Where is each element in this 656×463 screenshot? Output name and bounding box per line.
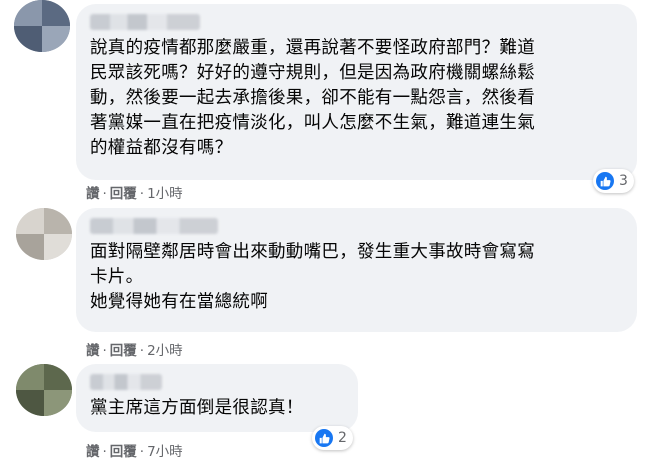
- comment-timestamp[interactable]: 7小時: [147, 440, 183, 460]
- avatar[interactable]: [16, 364, 72, 416]
- comment-actions: 讚 · 回覆 · 2小時: [86, 339, 183, 359]
- comment-timestamp[interactable]: 2小時: [147, 339, 183, 359]
- comment-actions: 讚 · 回覆 · 7小時: [86, 440, 183, 460]
- reaction-count: 2: [338, 430, 347, 446]
- like-button[interactable]: 讚: [86, 440, 100, 460]
- comment-text: 說真的疫情都那麼嚴重，還再說著不要怪政府部門？難道 民眾該死嗎？好好的遵守規則，…: [90, 38, 535, 158]
- comment-bubble: 說真的疫情都那麼嚴重，還再說著不要怪政府部門？難道 民眾該死嗎？好好的遵守規則，…: [76, 4, 637, 180]
- separator-dot: ·: [139, 186, 145, 202]
- reaction-count: 3: [619, 173, 628, 189]
- avatar[interactable]: [16, 208, 72, 260]
- like-button[interactable]: 讚: [86, 339, 100, 359]
- like-button[interactable]: 讚: [86, 182, 100, 202]
- comment-bubble: 黨主席這方面倒是很認真！: [76, 364, 358, 432]
- separator-dot: ·: [102, 343, 107, 359]
- comment-text: 面對隔壁鄰居時會出來動動嘴巴，發生重大事故時會寫寫 卡片。 她覺得她有在當總統啊: [90, 242, 535, 312]
- reply-button[interactable]: 回覆: [110, 339, 137, 359]
- commenter-name[interactable]: [90, 218, 218, 234]
- separator-dot: ·: [139, 343, 145, 359]
- reaction-count-badge[interactable]: 2: [312, 426, 353, 450]
- separator-dot: ·: [139, 444, 145, 460]
- avatar[interactable]: [14, 0, 70, 52]
- comment-bubble: 面對隔壁鄰居時會出來動動嘴巴，發生重大事故時會寫寫 卡片。 她覺得她有在當總統啊: [76, 208, 637, 332]
- comment-text: 黨主席這方面倒是很認真！: [90, 398, 304, 418]
- separator-dot: ·: [102, 186, 107, 202]
- comment-timestamp[interactable]: 1小時: [147, 182, 183, 202]
- reply-button[interactable]: 回覆: [110, 182, 137, 202]
- comment-actions: 讚 · 回覆 · 1小時: [86, 182, 183, 202]
- thumbs-up-icon: [315, 429, 333, 447]
- separator-dot: ·: [102, 444, 107, 460]
- reply-button[interactable]: 回覆: [110, 440, 137, 460]
- commenter-name[interactable]: [90, 14, 200, 30]
- thumbs-up-icon: [596, 172, 614, 190]
- commenter-name[interactable]: [90, 374, 162, 390]
- reaction-count-badge[interactable]: 3: [593, 169, 634, 193]
